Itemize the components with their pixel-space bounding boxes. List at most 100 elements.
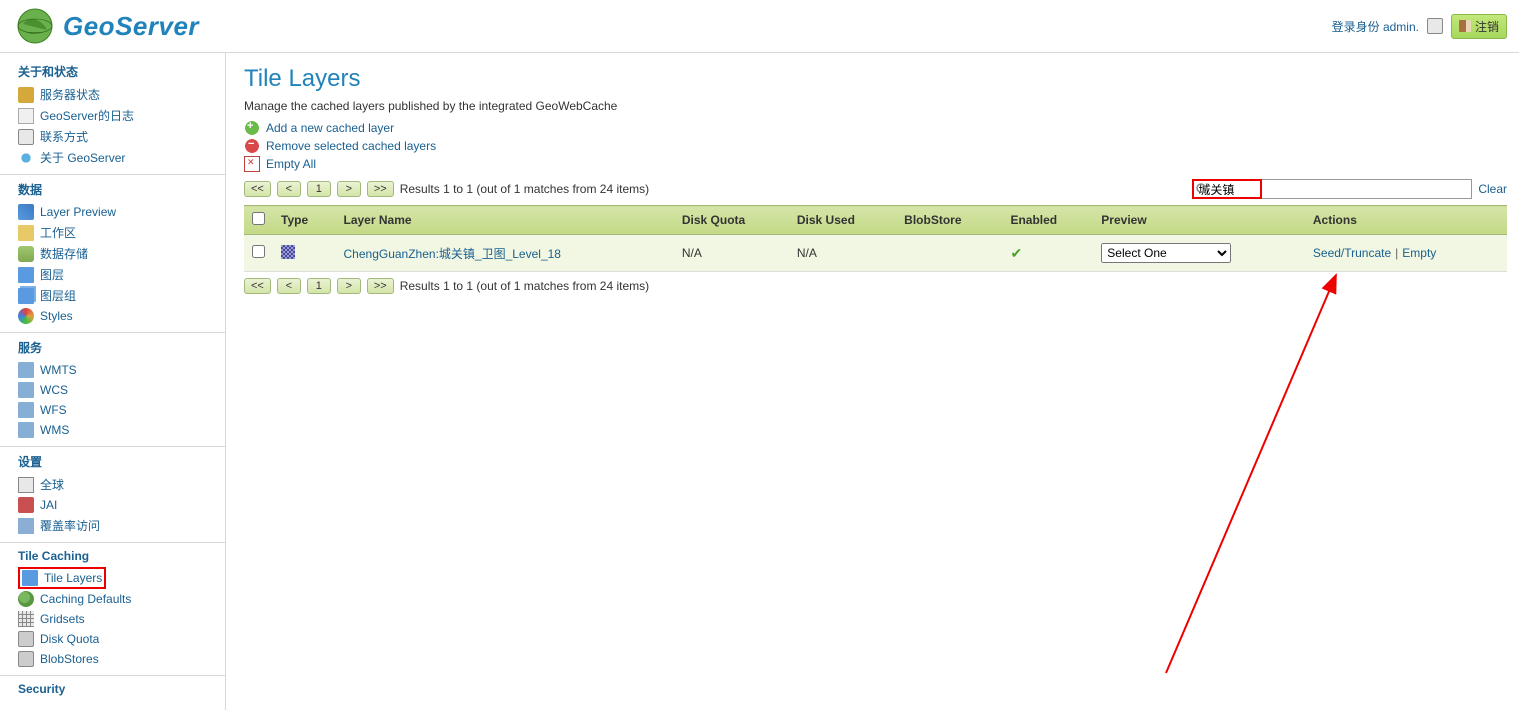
clear-search-link[interactable]: Clear (1478, 182, 1507, 196)
wmts-icon (18, 362, 34, 378)
tile-layers-table: Type Layer Name Disk Quota Disk Used Blo… (244, 205, 1507, 272)
cell-disk-used: N/A (789, 235, 896, 272)
cell-blobstore (896, 235, 1002, 272)
geoserver-logo-icon (15, 6, 55, 46)
header-right: 登录身份 admin. 注销 (1332, 14, 1507, 39)
cell-disk-quota: N/A (674, 235, 789, 272)
server-icon (18, 87, 34, 103)
pager-first-bottom[interactable]: << (244, 278, 271, 294)
layer-preview-icon (18, 204, 34, 220)
brand-text: GeoServer (63, 11, 199, 42)
layer-name-link[interactable]: ChengGuanZhen:城关镇_卫图_Level_18 (344, 247, 561, 261)
disk-icon (18, 631, 34, 647)
remove-layer-link[interactable]: Remove selected cached layers (244, 137, 1507, 155)
sidebar-item-logs[interactable]: GeoServer的日志 (18, 105, 225, 126)
add-layer-link[interactable]: Add a new cached layer (244, 119, 1507, 137)
sidebar-item-coverage[interactable]: 覆盖率访问 (18, 515, 225, 536)
empty-link[interactable]: Empty (1402, 246, 1436, 260)
blob-icon (18, 651, 34, 667)
logout-icon (1459, 20, 1471, 32)
identity-icon (1427, 18, 1443, 34)
pager-prev-bottom[interactable]: < (277, 278, 301, 294)
page-subtitle: Manage the cached layers published by th… (244, 99, 1507, 113)
sidebar-item-wms[interactable]: WMS (18, 420, 225, 440)
enabled-check-icon: ✔ (1010, 245, 1022, 261)
sidebar-item-stores[interactable]: 数据存储 (18, 243, 225, 264)
sidebar-item-tile-layers[interactable]: Tile Layers (18, 567, 106, 589)
search-input-rest[interactable] (1262, 179, 1472, 199)
col-preview[interactable]: Preview (1093, 206, 1305, 235)
sidebar-item-wfs[interactable]: WFS (18, 400, 225, 420)
sidebar-item-layer-preview[interactable]: Layer Preview (18, 202, 225, 222)
sidebar-section-tilecaching: Tile Caching Tile Layers Caching Default… (0, 543, 225, 676)
row-checkbox[interactable] (252, 245, 265, 258)
pager-prev[interactable]: < (277, 181, 301, 197)
sidebar-item-wcs[interactable]: WCS (18, 380, 225, 400)
col-disk-quota[interactable]: Disk Quota (674, 206, 789, 235)
header: GeoServer 登录身份 admin. 注销 (0, 0, 1519, 52)
tile-layers-icon (22, 570, 38, 586)
sidebar-heading-data: 数据 (18, 181, 225, 198)
logout-button[interactable]: 注销 (1451, 14, 1507, 39)
sidebar-item-global[interactable]: 全球 (18, 474, 225, 495)
sidebar-item-styles[interactable]: Styles (18, 306, 225, 326)
col-actions[interactable]: Actions (1305, 206, 1507, 235)
sidebar-item-caching-defaults[interactable]: Caching Defaults (18, 589, 225, 609)
sidebar-item-server-status[interactable]: 服务器状态 (18, 84, 225, 105)
jai-icon (18, 497, 34, 513)
pager-last[interactable]: >> (367, 181, 394, 197)
global-icon (18, 477, 34, 493)
sidebar-item-about[interactable]: 关于 GeoServer (18, 147, 225, 168)
col-disk-used[interactable]: Disk Used (789, 206, 896, 235)
sidebar-item-contact[interactable]: 联系方式 (18, 126, 225, 147)
action-separator: | (1391, 246, 1402, 260)
sidebar-item-gridsets[interactable]: Gridsets (18, 609, 225, 629)
pager-next-bottom[interactable]: > (337, 278, 361, 294)
page-actions: Add a new cached layer Remove selected c… (244, 119, 1507, 173)
search-wrap: Clear (1192, 179, 1507, 199)
preview-select[interactable]: Select One (1101, 243, 1231, 263)
wms-icon (18, 422, 34, 438)
pager-first[interactable]: << (244, 181, 271, 197)
sidebar-heading-tilecaching: Tile Caching (18, 549, 225, 563)
sidebar-item-wmts[interactable]: WMTS (18, 360, 225, 380)
col-type[interactable]: Type (273, 206, 336, 235)
sidebar-item-jai[interactable]: JAI (18, 495, 225, 515)
sidebar-item-disk-quota[interactable]: Disk Quota (18, 629, 225, 649)
sidebar-section-services: 服务 WMTS WCS WFS WMS (0, 333, 225, 447)
coverage-icon (18, 518, 34, 534)
col-layer-name[interactable]: Layer Name (336, 206, 674, 235)
seed-truncate-link[interactable]: Seed/Truncate (1313, 246, 1391, 260)
col-blobstore[interactable]: BlobStore (896, 206, 1002, 235)
pager-page[interactable]: 1 (307, 181, 331, 197)
col-enabled[interactable]: Enabled (1002, 206, 1093, 235)
sidebar-section-data: 数据 Layer Preview 工作区 数据存储 图层 图层组 Styles (0, 175, 225, 333)
grid-icon (18, 611, 34, 627)
sidebar-item-layers[interactable]: 图层 (18, 264, 225, 285)
log-icon (18, 108, 34, 124)
pager-top: << < 1 > >> Results 1 to 1 (out of 1 mat… (244, 179, 1507, 199)
select-all-checkbox[interactable] (252, 212, 265, 225)
sidebar-heading-about: 关于和状态 (18, 63, 225, 80)
pager-page-bottom[interactable]: 1 (307, 278, 331, 294)
sidebar-section-about: 关于和状态 服务器状态 GeoServer的日志 联系方式 关于 GeoServ… (0, 57, 225, 175)
remove-icon (244, 138, 260, 154)
pager-results: Results 1 to 1 (out of 1 matches from 24… (400, 182, 649, 196)
logout-label: 注销 (1475, 18, 1499, 35)
logo[interactable]: GeoServer (15, 6, 199, 46)
login-identity: 登录身份 admin. (1332, 18, 1419, 35)
sidebar-item-layergroups[interactable]: 图层组 (18, 285, 225, 306)
sidebar-heading-services: 服务 (18, 339, 225, 356)
pager-last-bottom[interactable]: >> (367, 278, 394, 294)
wfs-icon (18, 402, 34, 418)
sidebar-section-settings: 设置 全球 JAI 覆盖率访问 (0, 447, 225, 543)
folder-icon (18, 225, 34, 241)
sidebar-item-workspaces[interactable]: 工作区 (18, 222, 225, 243)
pager-next[interactable]: > (337, 181, 361, 197)
database-icon (18, 246, 34, 262)
type-raster-icon (281, 245, 295, 259)
empty-all-link[interactable]: Empty All (244, 155, 1507, 173)
styles-icon (18, 308, 34, 324)
sidebar-item-blobstores[interactable]: BlobStores (18, 649, 225, 669)
sidebar-heading-settings: 设置 (18, 453, 225, 470)
